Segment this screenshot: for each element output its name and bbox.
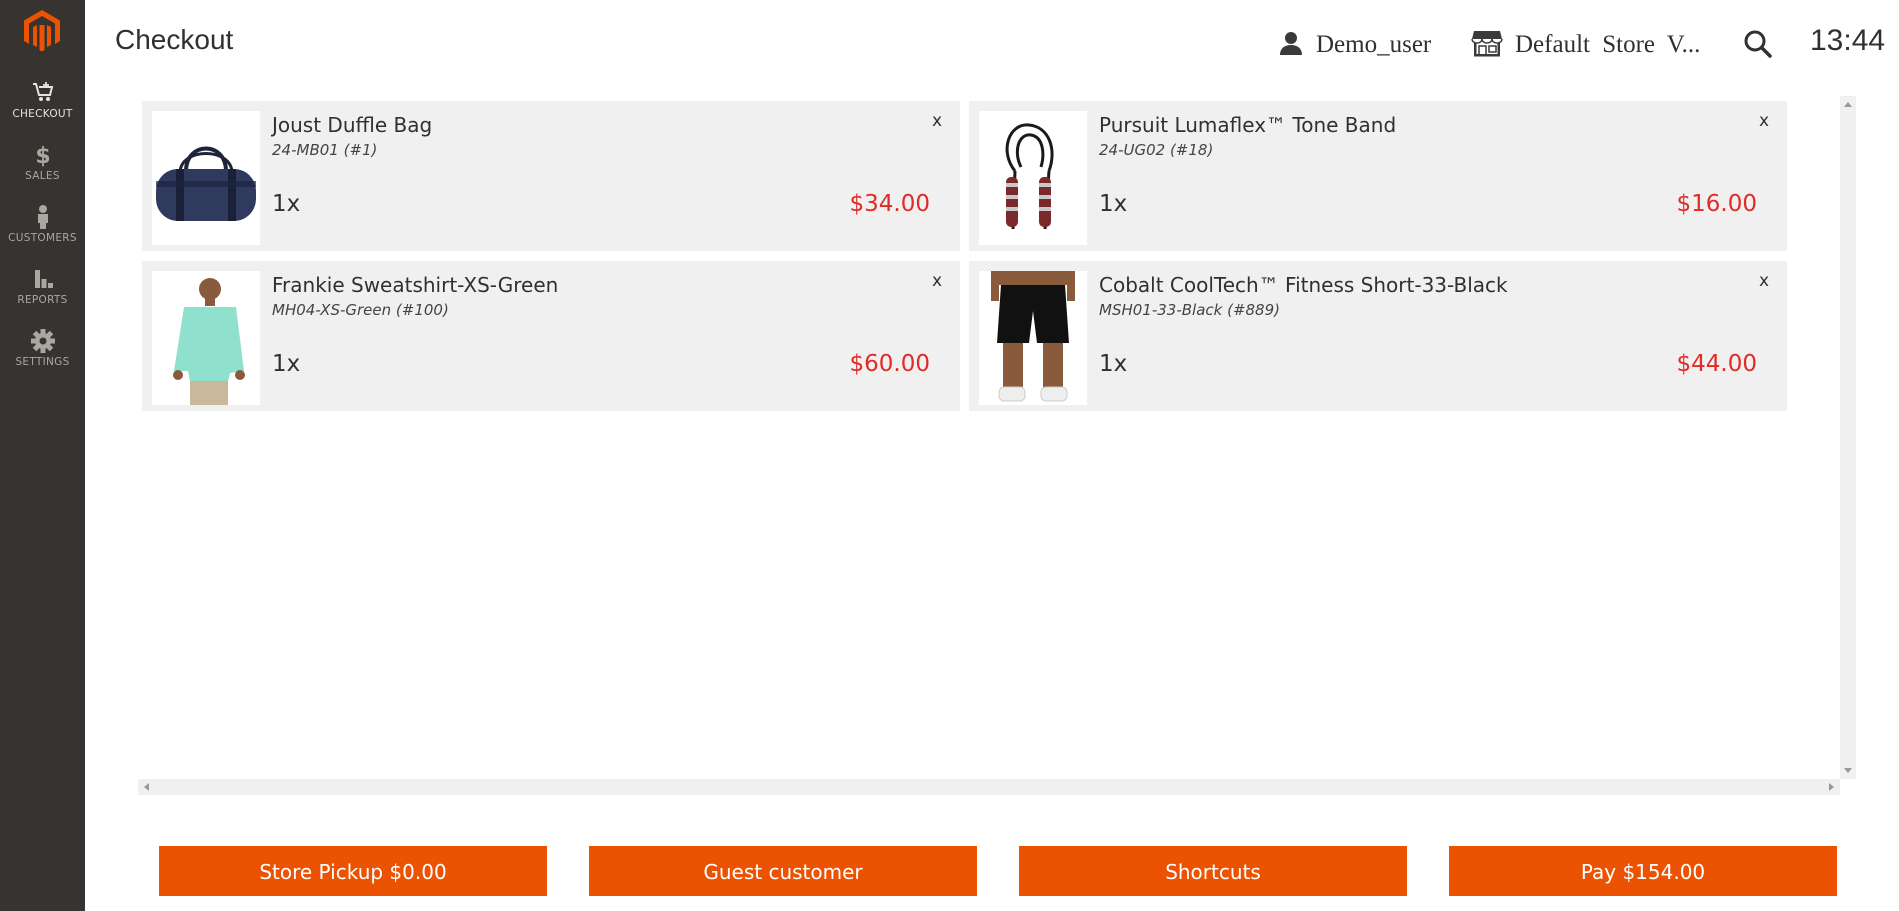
sidebar-item-label: SALES xyxy=(25,170,60,182)
product-image xyxy=(152,111,260,245)
cart-item[interactable]: Frankie Sweatshirt-XS-Green MH04-XS-Gree… xyxy=(142,261,960,411)
remove-item-button[interactable]: x xyxy=(1759,111,1769,131)
sidebar-item-label: CUSTOMERS xyxy=(8,232,77,244)
remove-item-button[interactable]: x xyxy=(932,271,942,291)
sidebar-item-settings[interactable]: SETTINGS xyxy=(0,328,85,388)
customer-icon xyxy=(0,204,85,230)
product-name: Cobalt CoolTech™ Fitness Short-33-Black xyxy=(1099,273,1508,297)
scroll-up-icon[interactable] xyxy=(1844,102,1852,107)
store-pickup-button[interactable]: Store Pickup $0.00 xyxy=(159,846,547,896)
bar-chart-icon xyxy=(0,266,85,292)
product-image xyxy=(152,271,260,405)
product-price: $16.00 xyxy=(1676,191,1757,217)
product-name: Joust Duffle Bag xyxy=(272,113,433,137)
horizontal-scrollbar[interactable] xyxy=(138,779,1840,795)
product-name: Frankie Sweatshirt-XS-Green xyxy=(272,273,559,297)
magento-logo[interactable] xyxy=(22,8,62,52)
product-qty[interactable]: 1x xyxy=(1099,351,1127,377)
product-sku: 24-UG02 (#18) xyxy=(1099,141,1214,159)
remove-item-button[interactable]: x xyxy=(1759,271,1769,291)
product-price: $34.00 xyxy=(849,191,930,217)
product-image xyxy=(979,271,1087,405)
sidebar-item-label: SETTINGS xyxy=(15,356,70,368)
svg-text:$: $ xyxy=(35,144,50,168)
product-qty[interactable]: 1x xyxy=(1099,191,1127,217)
product-qty[interactable]: 1x xyxy=(272,191,300,217)
sidebar-item-reports[interactable]: REPORTS xyxy=(0,266,85,326)
store-selector[interactable]: Default Store V... xyxy=(1471,28,1700,62)
sidebar-item-sales[interactable]: $ SALES xyxy=(0,142,85,202)
product-price: $44.00 xyxy=(1676,351,1757,377)
sidebar-item-label: CHECKOUT xyxy=(12,108,73,120)
sidebar-item-checkout[interactable]: CHECKOUT xyxy=(0,80,85,140)
sidebar-item-label: REPORTS xyxy=(17,294,68,306)
clock: 13:44 xyxy=(1810,24,1886,57)
page-title: Checkout xyxy=(115,24,234,55)
gear-icon xyxy=(0,328,85,354)
search-icon[interactable] xyxy=(1742,28,1774,60)
product-price: $60.00 xyxy=(849,351,930,377)
guest-customer-button[interactable]: Guest customer xyxy=(589,846,977,896)
product-sku: MSH01-33-Black (#889) xyxy=(1099,301,1280,319)
dollar-icon: $ xyxy=(0,142,85,169)
product-sku: MH04-XS-Green (#100) xyxy=(272,301,449,319)
cart-item[interactable]: Cobalt CoolTech™ Fitness Short-33-Black … xyxy=(969,261,1787,411)
cart-icon xyxy=(0,80,85,106)
product-image xyxy=(979,111,1087,245)
cart-item[interactable]: Joust Duffle Bag 24-MB01 (#1) 1x $34.00 … xyxy=(142,101,960,251)
scroll-left-icon[interactable] xyxy=(144,783,149,791)
vertical-scrollbar[interactable] xyxy=(1840,96,1856,779)
store-name: Default Store V... xyxy=(1515,31,1701,58)
user-menu[interactable]: Demo_user xyxy=(1278,28,1431,62)
shortcuts-button[interactable]: Shortcuts xyxy=(1019,846,1407,896)
cart-item[interactable]: Pursuit Lumaflex™ Tone Band 24-UG02 (#18… xyxy=(969,101,1787,251)
store-icon xyxy=(1471,29,1503,61)
sidebar: CHECKOUT $ SALES CUSTOMERS REPORTS SETTI… xyxy=(0,0,85,911)
user-icon xyxy=(1278,30,1304,60)
scroll-down-icon[interactable] xyxy=(1844,768,1852,773)
product-qty[interactable]: 1x xyxy=(272,351,300,377)
sidebar-item-customers[interactable]: CUSTOMERS xyxy=(0,204,85,264)
product-name: Pursuit Lumaflex™ Tone Band xyxy=(1099,113,1397,137)
remove-item-button[interactable]: x xyxy=(932,111,942,131)
pay-button[interactable]: Pay $154.00 xyxy=(1449,846,1837,896)
product-sku: 24-MB01 (#1) xyxy=(272,141,378,159)
scroll-right-icon[interactable] xyxy=(1829,783,1834,791)
user-name: Demo_user xyxy=(1316,31,1432,58)
